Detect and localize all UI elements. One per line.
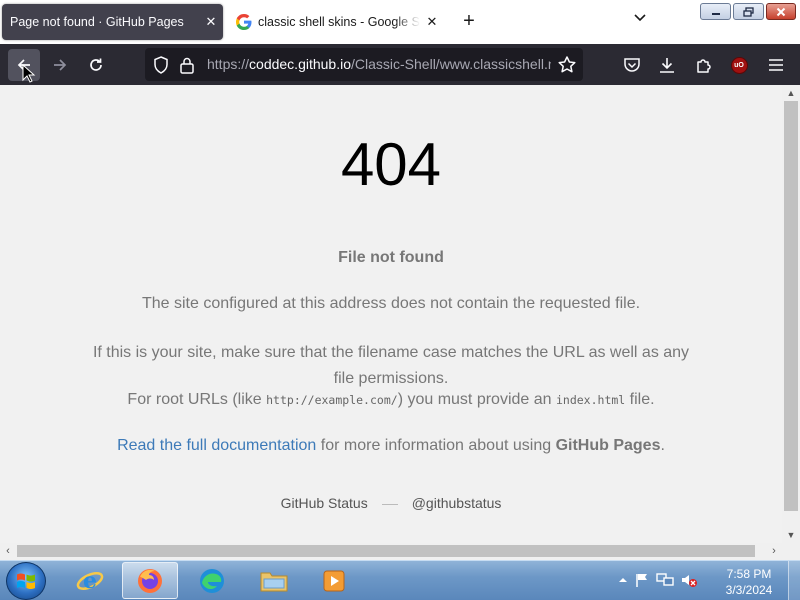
system-tray [618, 561, 698, 600]
ublock-origin-icon: uO [730, 56, 748, 74]
address-bar[interactable]: https://coddec.github.io/Classic-Shell/w… [145, 48, 583, 81]
url-host: coddec.github.io [249, 56, 351, 72]
close-tab-icon[interactable]: ✕ [199, 14, 223, 30]
ublock-origin-button[interactable]: uO [727, 53, 751, 77]
start-button[interactable] [6, 562, 46, 600]
tab-page-not-found[interactable]: Page not found · GitHub Pages ✕ [2, 4, 223, 40]
tracking-protection-shield-icon[interactable] [151, 55, 171, 75]
doc-line-middle: for more information about using [316, 437, 556, 454]
scroll-up-arrow-icon[interactable]: ▲ [782, 85, 800, 101]
tab-title: classic shell skins - Google Search [258, 15, 420, 29]
error-description: The site configured at this address does… [141, 295, 641, 312]
horizontal-scrollbar[interactable]: ‹ › [0, 543, 800, 560]
github-status-link[interactable]: GitHub Status [281, 495, 368, 511]
reload-icon [90, 58, 102, 71]
action-center-flag-icon[interactable] [634, 572, 650, 591]
hamburger-menu-icon [769, 59, 783, 71]
folder-icon [260, 572, 288, 591]
doc-line-end: . [660, 437, 665, 454]
mouse-cursor-icon [22, 64, 36, 83]
close-window-button[interactable] [766, 3, 796, 20]
svg-text:e: e [83, 568, 97, 594]
scroll-down-arrow-icon[interactable]: ▼ [782, 527, 800, 543]
taskbar-media-player[interactable] [306, 562, 362, 599]
close-icon [776, 7, 786, 16]
root-url-hint: For root URLs (like http://example.com/)… [0, 391, 782, 409]
new-tab-button[interactable]: + [456, 10, 482, 34]
root-hint-prefix: For root URLs (like [127, 391, 267, 408]
error-help-text: If this is your site, make sure that the… [92, 344, 690, 387]
horizontal-scroll-thumb[interactable] [17, 545, 755, 557]
extensions-button[interactable] [692, 53, 716, 77]
url-path: /Classic-Shell/www.classicshell.net/ [351, 56, 551, 72]
show-desktop-button[interactable] [788, 561, 800, 600]
pocket-icon [624, 58, 640, 72]
forward-arrow-icon [54, 59, 67, 71]
restore-button[interactable] [733, 3, 764, 20]
scroll-left-arrow-icon[interactable]: ‹ [0, 543, 16, 560]
show-hidden-icons-icon[interactable] [618, 574, 628, 588]
taskbar-internet-explorer[interactable]: e [62, 562, 118, 599]
root-hint-suffix: file. [625, 391, 655, 408]
internet-explorer-icon: e [76, 568, 104, 594]
vertical-scroll-thumb[interactable] [784, 101, 798, 511]
taskbar-edge[interactable] [184, 562, 240, 599]
minimize-icon [711, 12, 720, 15]
network-icon[interactable] [656, 572, 674, 591]
tab-strip: Page not found · GitHub Pages ✕ classic … [0, 0, 800, 44]
restore-icon [743, 6, 754, 17]
forward-button[interactable] [44, 49, 76, 81]
downloads-button[interactable] [655, 53, 679, 77]
tab-google-search[interactable]: classic shell skins - Google Search ✕ [226, 4, 444, 40]
app-menu-button[interactable] [764, 53, 788, 77]
pocket-button[interactable] [620, 53, 644, 77]
url-scheme: https:// [207, 56, 250, 72]
index-file-name: index.html [555, 393, 626, 407]
system-clock[interactable]: 7:58 PM 3/3/2024 [712, 566, 786, 598]
documentation-link[interactable]: Read the full documentation [117, 437, 316, 454]
clock-date: 3/3/2024 [725, 583, 773, 597]
puzzle-piece-icon [697, 59, 711, 73]
close-tab-icon[interactable]: ✕ [420, 14, 444, 30]
firefox-icon [138, 568, 162, 593]
media-player-icon [323, 570, 345, 591]
clock-time: 7:58 PM [726, 567, 772, 581]
footer-links: GitHub Status @githubstatus [0, 495, 782, 511]
tab-title: Page not found · GitHub Pages [10, 15, 184, 29]
root-url-example: http://example.com/ [266, 393, 398, 407]
download-icon [660, 58, 674, 73]
chevron-down-icon [634, 14, 646, 22]
bookmark-star-icon[interactable] [557, 55, 577, 75]
reload-button[interactable] [80, 49, 112, 81]
root-hint-middle: ) you must provide an [397, 391, 556, 408]
scroll-right-arrow-icon[interactable]: › [766, 543, 782, 560]
taskbar-firefox[interactable] [122, 562, 178, 599]
footer-divider [381, 503, 398, 505]
minimize-button[interactable] [700, 3, 731, 20]
window-controls [700, 3, 796, 21]
edge-icon [200, 568, 224, 593]
documentation-line: Read the full documentation for more inf… [0, 437, 782, 455]
list-all-tabs-button[interactable] [628, 10, 652, 34]
githubstatus-twitter-link[interactable]: @githubstatus [412, 495, 502, 511]
volume-muted-icon[interactable] [680, 572, 698, 591]
error-code: 404 [340, 131, 442, 198]
vertical-scrollbar[interactable]: ▲ ▼ [782, 85, 800, 543]
error-heading: File not found [338, 249, 444, 266]
url-text[interactable]: https://coddec.github.io/Classic-Shell/w… [207, 56, 551, 72]
google-favicon-icon [236, 14, 252, 30]
taskbar-file-explorer[interactable] [246, 562, 302, 599]
navigation-toolbar: https://coddec.github.io/Classic-Shell/w… [0, 44, 800, 85]
page-content: 404 File not found The site configured a… [0, 85, 782, 543]
github-pages-brand: GitHub Pages [555, 437, 661, 454]
lock-icon[interactable] [179, 56, 195, 74]
windows-logo-icon [17, 573, 35, 590]
windows-taskbar: e 7:58 PM 3/3/2024 [0, 560, 800, 600]
